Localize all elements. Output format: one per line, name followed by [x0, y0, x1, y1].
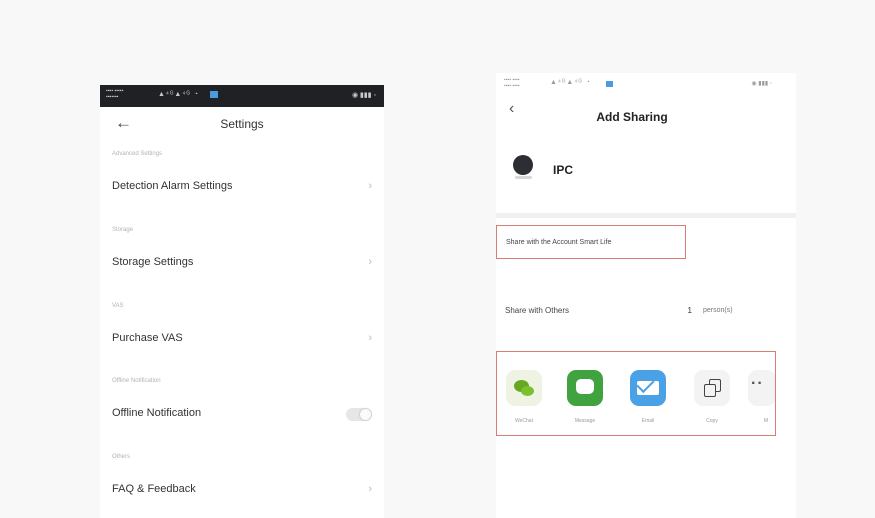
share-count-value: 1 — [687, 306, 692, 315]
share-more-button[interactable]: ·· M — [743, 362, 775, 432]
offline-notification-toggle[interactable] — [346, 408, 372, 421]
app-label: Copy — [706, 418, 718, 424]
divider — [496, 213, 796, 218]
section-header-advanced: Advanced Settings — [112, 151, 163, 157]
share-with-others-label: Share with Others — [505, 306, 570, 315]
offline-notification-row: Offline Notification — [100, 395, 384, 433]
row-label: Offline Notification — [112, 407, 202, 419]
status-bar: ▪▪▪▪ ▪▪▪▪▪ ▪▪▪▪▪▪▪ ▲⁴ᴳ▲⁴ᴳ ◔ ◉ ▮▮▮ ◦ — [100, 85, 384, 107]
row-label: FAQ & Feedback — [112, 483, 196, 495]
battery-icon: ◉ ▮▮▮ ◦ — [351, 92, 376, 99]
share-account-label: Share with the Account Smart Life — [506, 239, 612, 246]
device-name: IPC — [553, 163, 574, 177]
page-title: Settings — [220, 117, 264, 131]
share-wechat-button[interactable]: WeChat — [501, 362, 547, 432]
detection-alarm-settings-row[interactable]: Detection Alarm Settings › — [100, 168, 384, 206]
page-title: Add Sharing — [596, 110, 668, 124]
share-email-button[interactable]: Email — [625, 362, 671, 432]
chevron-right-icon: › — [368, 180, 372, 192]
section-header-offline: Offline Notification — [112, 378, 161, 384]
copy-icon — [694, 370, 730, 406]
share-copy-button[interactable]: Copy — [689, 362, 735, 432]
faq-feedback-row[interactable]: FAQ & Feedback › — [100, 471, 384, 509]
share-message-button[interactable]: Message — [562, 362, 608, 432]
share-with-account-option[interactable]: Share with the Account Smart Life — [496, 225, 686, 259]
battery-icon: ◉ ▮▮▮ ◦ — [751, 81, 772, 87]
toggle-knob — [360, 409, 371, 420]
wechat-icon — [506, 370, 542, 406]
email-icon — [630, 370, 666, 406]
sim-icon — [606, 81, 613, 87]
purchase-vas-row[interactable]: Purchase VAS › — [100, 320, 384, 358]
chevron-right-icon: › — [368, 256, 372, 268]
app-label: Email — [641, 418, 655, 424]
settings-screen: ▪▪▪▪ ▪▪▪▪▪ ▪▪▪▪▪▪▪ ▲⁴ᴳ▲⁴ᴳ ◔ ◉ ▮▮▮ ◦ ← Set… — [100, 85, 384, 518]
row-label: Detection Alarm Settings — [112, 180, 233, 192]
photo-backdrop: ▪▪▪▪ ▪▪▪▪▪ ▪▪▪▪▪▪▪ ▲⁴ᴳ▲⁴ᴳ ◔ ◉ ▮▮▮ ◦ ← Set… — [0, 0, 875, 518]
app-label: WeChat — [515, 418, 533, 424]
signal-icon: ▲⁴ᴳ▲⁴ᴳ ◔ — [550, 79, 591, 86]
carrier-text: ▪▪▪▪ ▪▪▪▪▪ ▪▪▪▪▪▪▪ — [106, 88, 124, 100]
signal-icon: ▲⁴ᴳ▲⁴ᴳ ◔ — [158, 91, 199, 98]
section-header-storage: Storage — [112, 227, 134, 233]
sim-icon — [210, 91, 218, 98]
carrier-text: ▪▪▪▪ ▪▪▪▪ ▪▪▪▪ ▪▪▪▪ — [504, 77, 520, 89]
app-label: Message — [574, 418, 596, 424]
section-header-vas: VAS — [112, 303, 124, 309]
section-header-others: Others — [112, 454, 131, 460]
chevron-right-icon: › — [368, 483, 372, 495]
camera-device-icon — [513, 155, 533, 179]
status-bar: ▪▪▪▪ ▪▪▪▪ ▪▪▪▪ ▪▪▪▪ ▲⁴ᴳ▲⁴ᴳ ◔ ◉ ▮▮▮ ◦ — [496, 73, 796, 95]
add-sharing-screen: ▪▪▪▪ ▪▪▪▪ ▪▪▪▪ ▪▪▪▪ ▲⁴ᴳ▲⁴ᴳ ◔ ◉ ▮▮▮ ◦ ‹ Ad… — [496, 73, 796, 518]
row-label: Storage Settings — [112, 256, 194, 268]
persons-unit: person(s) — [703, 307, 733, 314]
row-label: Purchase VAS — [112, 332, 183, 344]
share-app-panel: WeChat Message Email Copy ·· M — [496, 351, 776, 436]
message-icon — [567, 370, 603, 406]
chevron-right-icon: › — [368, 332, 372, 344]
settings-header: ← Settings — [100, 107, 384, 141]
share-count-field[interactable]: 1 — [648, 300, 696, 322]
storage-settings-row[interactable]: Storage Settings › — [100, 244, 384, 282]
more-icon: ·· — [748, 370, 775, 406]
app-label: M — [763, 418, 769, 424]
